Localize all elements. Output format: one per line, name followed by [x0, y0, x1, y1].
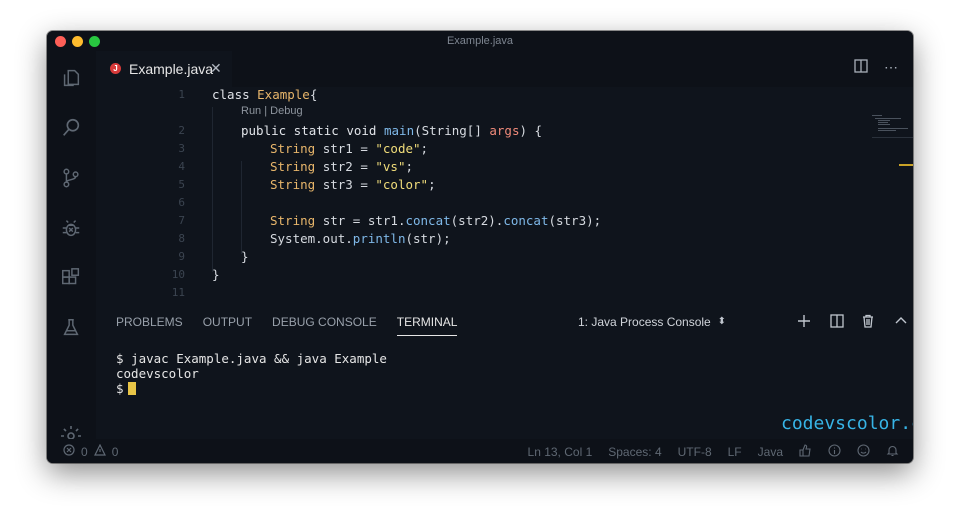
code-line-5: String str3 = "color"; — [270, 177, 436, 192]
indent-guide — [241, 161, 242, 254]
source-control-icon[interactable] — [58, 165, 84, 191]
overview-ruler-marker — [899, 164, 913, 166]
testing-flask-icon[interactable] — [58, 315, 84, 341]
activity-bar — [47, 51, 96, 463]
close-tab-icon[interactable]: ✕ — [210, 60, 222, 77]
line-number: 10 — [171, 268, 185, 281]
tab-example-java[interactable]: J Example.java ✕ — [96, 51, 232, 88]
feedback-smiley-icon[interactable] — [857, 444, 870, 460]
new-terminal-icon[interactable] — [793, 310, 815, 332]
line-number: 11 — [171, 286, 185, 299]
code-line-9: } — [241, 249, 249, 264]
terminal-line: codevscolor — [116, 366, 199, 381]
more-actions-icon[interactable]: ⋯ — [884, 59, 899, 76]
window-title: Example.java — [446, 35, 514, 47]
debug-icon[interactable] — [58, 215, 84, 241]
encoding[interactable]: UTF-8 — [678, 445, 712, 459]
warning-count: 0 — [111, 444, 119, 459]
title-bar: Example.java — [47, 31, 913, 51]
line-number: 8 — [178, 232, 185, 245]
tab-debug-console[interactable]: DEBUG CONSOLE — [272, 315, 377, 336]
code-line-3: String str1 = "code"; — [270, 141, 429, 156]
language-mode[interactable]: Java — [758, 445, 783, 459]
tab-problems[interactable]: PROBLEMS — [116, 315, 183, 336]
line-number: 9 — [178, 250, 185, 263]
tab-bar: J Example.java ✕ ⋯ — [96, 51, 913, 88]
warning-icon — [93, 443, 106, 459]
watermark: codevscolor.com — [781, 413, 913, 434]
editor-actions: ⋯ — [854, 59, 899, 76]
trash-icon[interactable] — [857, 310, 879, 332]
split-editor-icon[interactable] — [854, 59, 868, 76]
java-file-icon: J — [110, 63, 121, 74]
line-number: 2 — [178, 124, 185, 137]
explorer-icon[interactable] — [58, 65, 84, 91]
line-number: 1 — [178, 88, 185, 101]
terminal-cursor — [127, 382, 136, 395]
error-count: 0 — [81, 444, 88, 459]
editor-window: Example.java J Example.java ✕ ⋯ 1 2 3 4 … — [47, 31, 913, 463]
thumbs-up-icon[interactable] — [799, 444, 812, 460]
problems-summary[interactable]: 0 0 — [63, 443, 119, 459]
terminal-output[interactable]: $ javac Example.java && java Example cod… — [116, 351, 387, 396]
cursor-position[interactable]: Ln 13, Col 1 — [528, 445, 593, 459]
line-number: 5 — [178, 178, 185, 191]
indent-guide — [212, 107, 213, 272]
status-bar: 0 0 Ln 13, Col 1 Spaces: 4 UTF-8 LF Java — [47, 439, 913, 463]
line-number: 4 — [178, 160, 185, 173]
line-number: 6 — [178, 196, 185, 209]
minimap[interactable] — [872, 115, 913, 139]
tab-label: Example.java — [129, 61, 214, 77]
code-lens-run-debug[interactable]: Run | Debug — [241, 105, 303, 117]
indentation[interactable]: Spaces: 4 — [608, 445, 661, 459]
line-number: 7 — [178, 214, 185, 227]
code-line-4: String str2 = "vs"; — [270, 159, 414, 174]
tab-terminal[interactable]: TERMINAL — [396, 315, 458, 336]
status-right: Ln 13, Col 1 Spaces: 4 UTF-8 LF Java — [528, 444, 899, 460]
maximize-panel-icon[interactable] — [890, 310, 912, 332]
code-line-2: public static void main(String[] args) { — [241, 123, 543, 138]
notifications-bell-icon[interactable] — [886, 444, 899, 460]
panel-tabs: PROBLEMS OUTPUT DEBUG CONSOLE TERMINAL — [116, 315, 477, 336]
tab-output[interactable]: OUTPUT — [203, 315, 252, 336]
info-icon[interactable] — [828, 444, 841, 460]
code-line-1: class Example{ — [212, 87, 318, 102]
bottom-panel: PROBLEMS OUTPUT DEBUG CONSOLE TERMINAL 1… — [96, 301, 913, 439]
terminal-line: $ javac Example.java && java Example — [116, 351, 387, 366]
end-of-line[interactable]: LF — [728, 445, 742, 459]
split-terminal-icon[interactable] — [826, 310, 848, 332]
code-line-7: String str = str1.concat(str2).concat(st… — [270, 213, 602, 228]
terminal-prompt-line: $ — [116, 381, 387, 396]
extensions-icon[interactable] — [58, 265, 84, 291]
code-line-8: System.out.println(str); — [270, 231, 451, 246]
error-icon — [63, 444, 75, 459]
code-editor[interactable]: 1 2 3 4 5 6 7 8 9 10 11 Run | Debug clas… — [96, 87, 913, 301]
terminal-select-value: 1: Java Process Console — [578, 315, 711, 329]
search-icon[interactable] — [58, 115, 84, 141]
terminal-select[interactable]: 1: Java Process Console ⬍ — [572, 313, 732, 331]
code-line-10: } — [212, 267, 220, 282]
select-caret-icon: ⬍ — [717, 316, 726, 327]
line-number: 3 — [178, 142, 185, 155]
